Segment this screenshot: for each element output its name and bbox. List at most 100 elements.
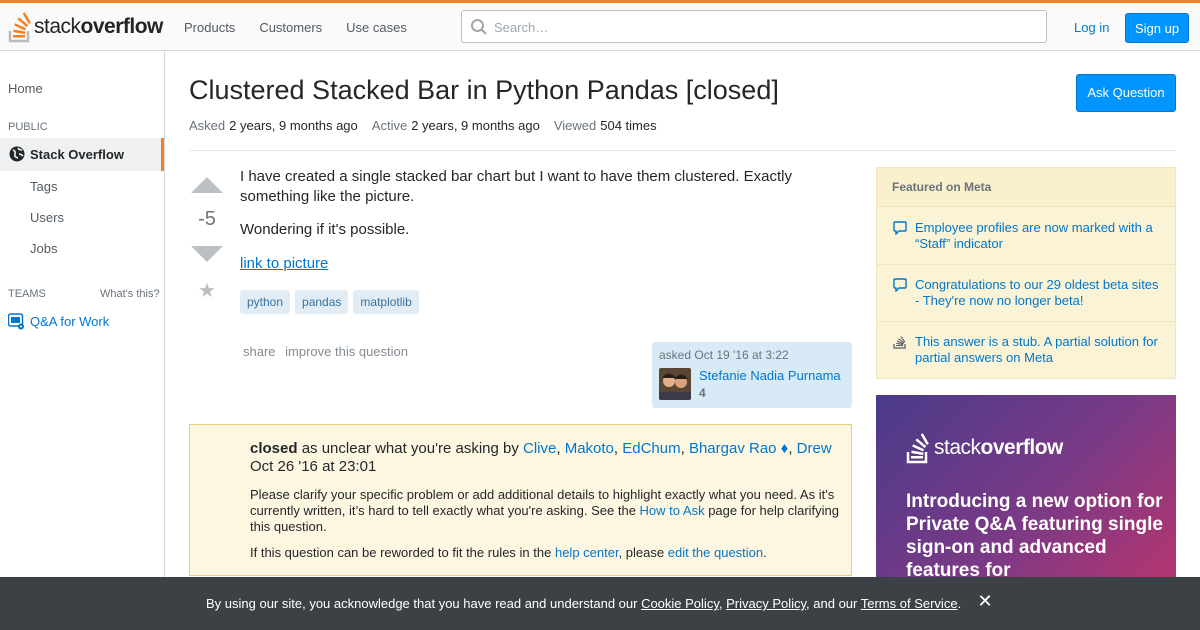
active-value[interactable]: 2 years, 9 months ago (411, 118, 540, 133)
featured-item-link[interactable]: Employee profiles are now marked with a … (915, 220, 1163, 252)
top-bar: stackoverflow Products Customers Use cas… (0, 0, 1200, 51)
ad-logo: stackoverflow (906, 432, 1063, 464)
nav-products[interactable]: Products (172, 20, 247, 35)
downvote-arrow-icon[interactable] (191, 246, 223, 262)
stack-overflow-logo-icon (8, 12, 31, 43)
search-box (461, 10, 1047, 43)
closer-link[interactable]: Bhargav Rao ♦ (689, 440, 788, 457)
post-paragraph: Wondering if it's possible. (240, 221, 410, 238)
nav-customers[interactable]: Customers (247, 20, 334, 35)
ad-logo-text-bold: overflow (980, 436, 1064, 459)
sidebar-heading-teams: TEAMS (8, 288, 46, 300)
separator: , (556, 440, 565, 457)
cookie-text: By using our site, you acknowledge that … (206, 596, 642, 611)
closed-text: If this question can be reworded to fit … (250, 545, 555, 560)
post-paragraph: I have created a single stacked bar char… (240, 168, 792, 205)
viewed-value: 504 times (600, 118, 657, 133)
closed-notice: closed as unclear what you're asking by … (189, 424, 852, 576)
vote-count: -5 (198, 208, 216, 230)
closer-link[interactable]: Drew (797, 440, 832, 457)
sidebar-item-qa-for-work[interactable]: Q&A for Work (8, 312, 109, 330)
share-link[interactable]: share (243, 344, 276, 359)
logo-text-bold: overflow (80, 15, 164, 38)
sidebar-heading-public: PUBLIC (8, 121, 48, 133)
picture-link[interactable]: link to picture (240, 255, 328, 272)
tag-pandas[interactable]: pandas (295, 290, 349, 314)
cookie-message: By using our site, you acknowledge that … (206, 596, 961, 611)
tag-matplotlib[interactable]: matplotlib (353, 290, 419, 314)
speech-bubble-icon (893, 278, 907, 292)
sidebar-item-home[interactable]: Home (8, 81, 43, 96)
user-card: asked Oct 19 '16 at 3:22 Stefanie Nadia … (652, 342, 852, 408)
search-input[interactable] (494, 17, 1034, 37)
signup-button[interactable]: Sign up (1125, 13, 1190, 43)
closed-text: , please (618, 545, 668, 560)
question-stats: Asked 2 years, 9 months ago Active 2 years,… (189, 118, 671, 133)
sidebar-item-users[interactable]: Users (30, 210, 64, 225)
cookie-text: , (718, 596, 727, 611)
closed-label: closed (250, 440, 298, 457)
sidebar-item-tags[interactable]: Tags (30, 179, 57, 194)
stack-overflow-logo[interactable]: stackoverflow (8, 10, 163, 44)
login-button[interactable]: Log in (1066, 13, 1117, 43)
asked-label: Asked (189, 118, 226, 133)
whats-this-link[interactable]: What's this? (100, 288, 160, 300)
closed-explanation: Please clarify your specific problem or … (250, 487, 845, 535)
logo-text-light: stack (34, 15, 81, 38)
help-center-link[interactable]: help center (555, 545, 619, 560)
cookie-text: , and our (806, 596, 861, 611)
ask-question-button[interactable]: Ask Question (1076, 74, 1176, 112)
terms-of-service-link[interactable]: Terms of Service (861, 596, 958, 611)
post-body: I have created a single stacked bar char… (240, 167, 840, 287)
how-to-ask-link[interactable]: How to Ask (640, 503, 705, 518)
upvote-arrow-icon[interactable] (191, 177, 223, 193)
asked-value: 2 years, 9 months ago (229, 118, 358, 133)
stack-overflow-logo-icon (906, 433, 929, 464)
sidebar-item-jobs[interactable]: Jobs (30, 241, 57, 256)
globe-icon (9, 146, 25, 162)
avatar[interactable] (659, 368, 691, 400)
separator: , (680, 440, 689, 457)
improve-question-link[interactable]: improve this question (285, 344, 408, 359)
sidebar-item-stack-overflow[interactable]: Stack Overflow (0, 138, 164, 171)
cookie-policy-link[interactable]: Cookie Policy (641, 596, 719, 611)
separator: , (613, 440, 623, 457)
featured-item-link[interactable]: This answer is a stub. A partial solutio… (915, 334, 1163, 366)
top-nav: Products Customers Use cases (172, 3, 419, 51)
closed-reword-note: If this question can be reworded to fit … (250, 545, 845, 561)
closer-link[interactable]: Clive (523, 440, 556, 457)
user-reputation: 4 (699, 386, 706, 400)
privacy-policy-link[interactable]: Privacy Policy (726, 596, 806, 611)
featured-item-link[interactable]: Congratulations to our 29 oldest beta si… (915, 277, 1163, 309)
tag-list: python pandas matplotlib (240, 290, 424, 314)
user-name-link[interactable]: Stefanie Nadia Purnama (699, 368, 841, 383)
ad-headline: Introducing a new option for Private Q&A… (906, 491, 1163, 581)
viewed-label: Viewed (553, 118, 597, 133)
page-title[interactable]: Clustered Stacked Bar in Python Pandas [… (189, 75, 779, 106)
favorite-star-icon[interactable]: ★ (198, 281, 216, 301)
featured-item[interactable]: This answer is a stub. A partial solutio… (877, 322, 1175, 378)
closer-link[interactable]: Makoto (565, 440, 614, 457)
close-icon[interactable]: ✕ (976, 592, 994, 610)
separator: , (788, 440, 797, 457)
left-sidebar: Home PUBLIC Stack Overflow Tags Users Jo… (0, 51, 165, 630)
ad-logo-text-light: stack (934, 436, 981, 459)
closed-header: closed as unclear what you're asking by … (250, 440, 845, 476)
header-divider (189, 150, 1176, 151)
featured-on-meta: Featured on Meta Employee profiles are n… (876, 167, 1176, 379)
active-label: Active (371, 118, 408, 133)
tag-python[interactable]: python (240, 290, 291, 314)
closed-date: Oct 26 '16 at 23:01 (250, 458, 377, 475)
cookie-text: . (957, 596, 962, 611)
featured-item[interactable]: Congratulations to our 29 oldest beta si… (877, 265, 1175, 322)
edit-question-link[interactable]: edit the question (668, 545, 763, 560)
sidebar-item-label: Q&A for Work (30, 313, 110, 329)
nav-use-cases[interactable]: Use cases (334, 20, 419, 35)
advertisement-banner[interactable]: stackoverflow Introducing a new option f… (876, 395, 1176, 585)
post-menu: share improve this question (243, 344, 414, 359)
closed-reason: as unclear what you're asking by (297, 440, 524, 457)
search-icon (471, 19, 487, 35)
featured-item[interactable]: Employee profiles are now marked with a … (877, 208, 1175, 265)
closer-link[interactable]: EdChum (622, 440, 680, 457)
speech-bubble-icon (893, 221, 907, 235)
